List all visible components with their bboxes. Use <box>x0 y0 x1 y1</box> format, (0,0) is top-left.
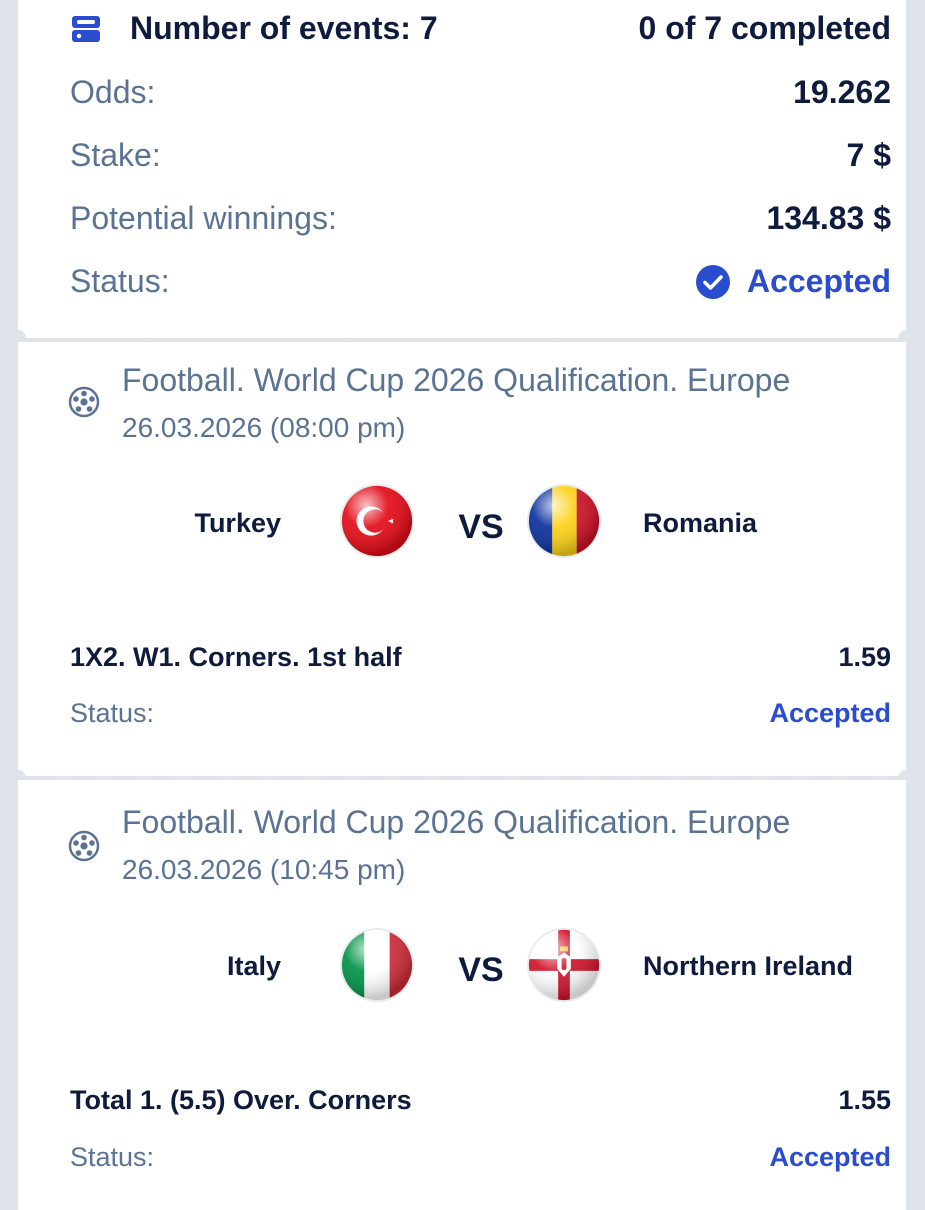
versus-label: VS <box>458 508 504 546</box>
match-datetime: 26.03.2026 (10:45 pm) <box>122 854 406 885</box>
event-card[interactable]: Football. World Cup 2026 Qualification. … <box>18 780 906 1210</box>
stake-label: Stake: <box>70 137 161 173</box>
status-value: Accepted <box>746 263 891 299</box>
coupon-list-icon <box>72 15 100 42</box>
dashed-divider <box>36 339 888 341</box>
bet-market: 1X2. W1. Corners. 1st half <box>70 642 402 672</box>
stake-value: 7 $ <box>846 137 891 173</box>
status-row: Status: Accepted <box>70 263 891 300</box>
northern-ireland-flag-icon <box>526 927 602 1003</box>
odds-label: Odds: <box>70 74 156 110</box>
dashed-divider <box>36 777 888 779</box>
bet-row: 1X2. W1. Corners. 1st half 1.59 <box>70 642 891 673</box>
turkey-flag-icon <box>339 483 415 559</box>
stake-row: Stake: 7 $ <box>70 137 891 174</box>
bet-odds: 1.55 <box>838 1085 891 1115</box>
football-icon <box>68 830 100 862</box>
league-name: Football. World Cup 2026 Qualification. … <box>122 804 791 840</box>
check-circle-icon <box>695 264 730 299</box>
odds-value: 19.262 <box>793 74 891 110</box>
league-name: Football. World Cup 2026 Qualification. … <box>122 362 791 398</box>
bet-summary-card: Number of events: 7 0 of 7 completed Odd… <box>18 0 906 338</box>
event-status-value: Accepted <box>769 698 891 728</box>
completed-count: 0 of 7 completed <box>638 10 892 46</box>
event-status-value: Accepted <box>769 1142 891 1172</box>
odds-row: Odds: 19.262 <box>70 74 891 111</box>
bet-market: Total 1. (5.5) Over. Corners <box>70 1085 412 1115</box>
events-count: Number of events: 7 <box>130 10 438 46</box>
home-team-name: Italy <box>226 951 281 981</box>
winnings-label: Potential winnings: <box>70 200 337 236</box>
event-status-label: Status: <box>70 698 155 728</box>
away-team-name: Romania <box>643 508 758 538</box>
home-team-name: Turkey <box>194 508 281 538</box>
status-label: Status: <box>70 263 170 299</box>
football-icon <box>68 386 100 418</box>
winnings-value: 134.83 $ <box>766 200 891 236</box>
events-header-row: Number of events: 7 0 of 7 completed <box>70 10 891 47</box>
bet-odds: 1.59 <box>838 642 891 672</box>
winnings-row: Potential winnings: 134.83 $ <box>70 200 891 237</box>
event-status-row: Status: Accepted <box>70 1142 891 1173</box>
match-datetime: 26.03.2026 (08:00 pm) <box>122 412 406 443</box>
versus-label: VS <box>458 951 504 989</box>
event-card[interactable]: Football. World Cup 2026 Qualification. … <box>18 342 906 776</box>
italy-flag-icon <box>339 927 415 1003</box>
bet-row: Total 1. (5.5) Over. Corners 1.55 <box>70 1085 891 1116</box>
romania-flag-icon <box>526 483 602 559</box>
event-status-label: Status: <box>70 1142 155 1172</box>
event-status-row: Status: Accepted <box>70 698 891 729</box>
away-team-name: Northern Ireland <box>643 951 854 981</box>
